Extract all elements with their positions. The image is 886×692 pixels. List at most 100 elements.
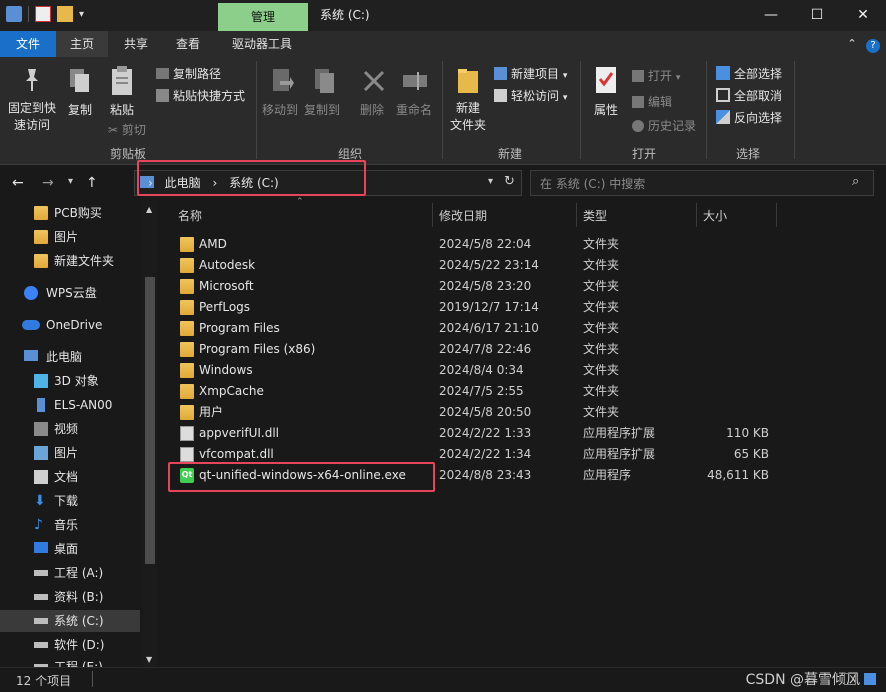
file-date: 2024/6/17 21:10 [439,321,539,335]
column-name[interactable]: 名称 [178,207,202,224]
paste-button[interactable]: 粘贴 [110,101,134,118]
nav-item-new-folder[interactable]: 新建文件夹 [0,250,140,272]
easy-access-button[interactable]: 轻松访问 ▾ [494,87,567,104]
open-button[interactable]: 打开 ▾ [632,67,680,84]
help-icon[interactable]: ? [864,31,882,57]
nav-item-downloads[interactable]: ⬇ 下载 [0,490,140,512]
divider [442,61,443,159]
copy-button[interactable]: 复制 [68,101,92,118]
collapse-ribbon-icon[interactable]: ⌃ [842,31,862,57]
cut-button[interactable]: ✂ 剪切 [108,121,146,138]
select-all-button[interactable]: 全部选择 [716,65,782,82]
nav-item-onedrive[interactable]: OneDrive [0,314,140,336]
customize-quick-access-icon[interactable]: ▾ [79,9,84,20]
invert-selection-label: 反向选择 [734,111,783,125]
nav-label: 新建文件夹 [54,254,115,268]
nav-item-phone[interactable]: ELS-AN00 [0,394,140,416]
nav-item-desktop[interactable]: 桌面 [0,538,140,560]
properties-icon [594,65,618,95]
invert-selection-button[interactable]: 反向选择 [716,109,782,126]
pin-label-2: 速访问 [14,118,51,132]
column-type[interactable]: 类型 [583,207,607,224]
tab-file[interactable]: 文件 [0,31,56,57]
recent-locations-icon[interactable]: ▾ [68,176,73,187]
up-arrow-icon[interactable]: ↑ [86,175,98,191]
properties-button[interactable]: 属性 [594,101,618,118]
close-button[interactable]: ✕ [840,0,886,31]
nav-scrollbar-thumb[interactable] [145,277,155,564]
table-row[interactable]: Program Files (x86) 2024/7/8 22:46 文件夹 [170,339,790,360]
nav-label: PCB购买 [54,206,102,220]
select-all-icon [716,66,730,80]
divider [776,203,777,227]
nav-item-videos[interactable]: 视频 [0,418,140,440]
copy-to-button[interactable]: 复制到 [304,101,340,118]
context-tab-manage[interactable]: 管理 [218,3,308,31]
nav-item-pcb[interactable]: PCB购买 [0,202,140,224]
nav-item-drive-b[interactable]: 资料 (B:) [0,586,140,608]
properties-check-icon[interactable] [35,6,51,22]
desktop-icon [34,542,48,553]
explorer-icon[interactable] [6,6,22,22]
delete-button[interactable]: 删除 [360,101,384,118]
divider [706,61,707,159]
divider [580,61,581,159]
onedrive-icon [22,320,40,330]
easy-access-icon [494,89,507,102]
tab-home[interactable]: 主页 [56,31,108,57]
table-row[interactable]: 用户 2024/5/8 20:50 文件夹 [170,402,790,423]
new-folder-icon[interactable] [57,6,73,22]
paste-shortcut-icon [156,89,169,102]
nav-label: 文档 [54,470,79,484]
nav-item-drive-c[interactable]: 系统 (C:) [0,610,140,632]
new-item-button[interactable]: 新建项目 ▾ [494,65,567,82]
nav-item-music[interactable]: ♪ 音乐 [0,514,140,536]
move-to-button[interactable]: 移动到 [262,101,298,118]
tab-drive-tools[interactable]: 驱动器工具 [222,31,302,57]
table-row[interactable]: Windows 2024/8/4 0:34 文件夹 [170,360,790,381]
large-icons-view-icon[interactable] [864,673,876,685]
file-name: Windows [199,363,253,377]
pin-quick-access-button[interactable]: 固定到快 速访问 [8,99,56,133]
details-view-icon[interactable] [844,673,856,685]
scroll-up-icon[interactable]: ▲ [146,205,152,214]
file-type: 应用程序 [583,468,632,482]
tab-view[interactable]: 查看 [166,31,210,57]
nav-item-3d-objects[interactable]: 3D 对象 [0,370,140,392]
nav-item-this-pc[interactable]: 此电脑 [0,346,140,368]
new-folder-button[interactable]: 新建 文件夹 [450,99,486,133]
back-arrow-icon[interactable]: ← [12,175,24,191]
nav-item-pictures[interactable]: 图片 [0,442,140,464]
table-row[interactable]: XmpCache 2024/7/5 2:55 文件夹 [170,381,790,402]
table-row[interactable]: Autodesk 2024/5/22 23:14 文件夹 [170,255,790,276]
edit-button[interactable]: 编辑 [632,93,672,110]
column-size[interactable]: 大小 [703,207,727,224]
copy-path-button[interactable]: 复制路径 [156,65,221,82]
refresh-icon[interactable]: ↻ [504,174,515,189]
search-icon[interactable]: ⌕ [852,174,859,189]
scroll-down-icon[interactable]: ▼ [146,655,152,664]
minimize-button[interactable]: — [748,0,794,31]
table-row[interactable]: AMD 2024/5/8 22:04 文件夹 [170,234,790,255]
address-dropdown-icon[interactable]: ▾ [488,176,493,187]
tab-share[interactable]: 共享 [114,31,158,57]
nav-item-drive-a[interactable]: 工程 (A:) [0,562,140,584]
nav-item-pictures-folder[interactable]: 图片 [0,226,140,248]
history-button[interactable]: 历史记录 [632,117,696,134]
select-none-button[interactable]: 全部取消 [716,87,782,104]
column-date-modified[interactable]: 修改日期 [439,207,487,224]
nav-label: WPS云盘 [46,286,97,300]
nav-item-drive-e[interactable]: 工程 (E:) [0,656,140,667]
nav-item-drive-d[interactable]: 软件 (D:) [0,634,140,656]
maximize-button[interactable]: ☐ [794,0,840,31]
table-row[interactable]: appverifUI.dll 2024/2/22 1:33 应用程序扩展 110 KB [170,423,790,444]
nav-item-wps-cloud[interactable]: WPS云盘 [0,282,140,304]
table-row[interactable]: Program Files 2024/6/17 21:10 文件夹 [170,318,790,339]
table-row[interactable]: PerfLogs 2019/12/7 17:14 文件夹 [170,297,790,318]
scissors-icon: ✂ [108,123,119,137]
paste-shortcut-button[interactable]: 粘贴快捷方式 [156,87,245,104]
nav-item-documents[interactable]: 文档 [0,466,140,488]
rename-button[interactable]: 重命名 [396,101,432,118]
forward-arrow-icon[interactable]: → [42,175,54,191]
table-row[interactable]: Microsoft 2024/5/8 23:20 文件夹 [170,276,790,297]
